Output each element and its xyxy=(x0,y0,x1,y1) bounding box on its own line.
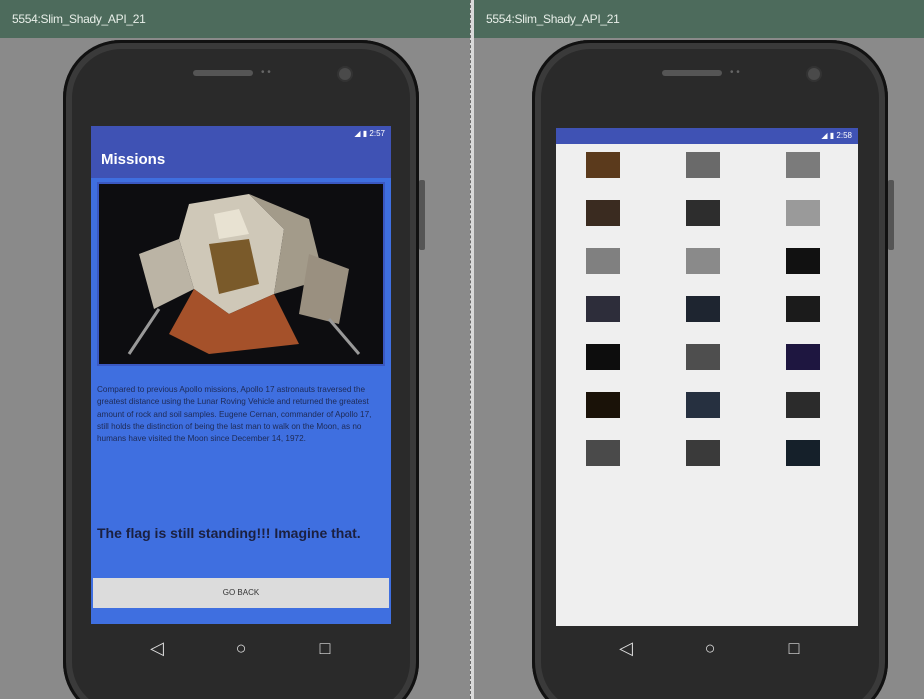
home-icon[interactable]: ○ xyxy=(227,634,255,662)
sensor-dots: • • xyxy=(730,67,740,78)
planet-thumb[interactable] xyxy=(586,392,620,418)
nav-bar: ◁ ○ □ xyxy=(63,624,419,672)
mission-image xyxy=(97,182,385,366)
phone-frame: • • ◢ ▮ 2:58 ◁ ○ □ xyxy=(532,40,894,699)
dots-row-thumb[interactable] xyxy=(786,248,820,274)
earth-limb-thumb[interactable] xyxy=(586,296,620,322)
mountains-thumb[interactable] xyxy=(686,344,720,370)
nav-bar: ◁ ○ □ xyxy=(532,624,888,672)
front-camera-icon xyxy=(339,68,351,80)
astronaut-thumb[interactable] xyxy=(686,200,720,226)
front-camera-icon xyxy=(808,68,820,80)
emulator-title: 5554:Slim_Shady_API_21 xyxy=(0,0,470,38)
sensor-dots: • • xyxy=(261,67,271,78)
full-moon-thumb[interactable] xyxy=(786,200,820,226)
volume-button[interactable] xyxy=(419,180,425,250)
phone-screen: ◢ ▮ 2:57 Missions Compared to previous A… xyxy=(91,126,391,624)
horizon-thumb[interactable] xyxy=(586,200,620,226)
grey-moon-thumb[interactable] xyxy=(586,248,620,274)
go-back-button[interactable]: GO BACK xyxy=(93,578,389,608)
deep-space-thumb[interactable] xyxy=(786,440,820,466)
status-time: 2:58 xyxy=(836,131,852,140)
signal-icon: ◢ ▮ xyxy=(354,129,370,138)
emulator-window-left: 5554:Slim_Shady_API_21 • • ◢ ▮ 2:57 Miss… xyxy=(0,0,470,699)
surface-closeup-thumb[interactable] xyxy=(686,248,720,274)
signal-icon: ◢ ▮ xyxy=(821,131,837,140)
status-time: 2:57 xyxy=(369,129,385,138)
volume-button[interactable] xyxy=(888,180,894,250)
app-title: Missions xyxy=(91,142,391,178)
recent-apps-icon[interactable]: □ xyxy=(780,634,808,662)
recent-apps-icon[interactable]: □ xyxy=(311,634,339,662)
mission-headline: The flag is still standing!!! Imagine th… xyxy=(97,525,361,541)
phone-screen: ◢ ▮ 2:58 xyxy=(556,128,858,626)
lander-night-thumb[interactable] xyxy=(686,392,720,418)
home-icon[interactable]: ○ xyxy=(696,634,724,662)
lunar-module-image xyxy=(99,184,383,364)
moon-crater-thumb[interactable] xyxy=(686,152,720,178)
speaker-grille xyxy=(193,70,253,76)
lunar-night-thumb[interactable] xyxy=(786,296,820,322)
status-bar: ◢ ▮ 2:58 xyxy=(556,128,858,144)
speaker-grille xyxy=(662,70,722,76)
mission-detail: Compared to previous Apollo missions, Ap… xyxy=(91,178,391,624)
back-icon[interactable]: ◁ xyxy=(143,634,171,662)
lunar-plain-thumb[interactable] xyxy=(686,440,720,466)
phone-frame: • • ◢ ▮ 2:57 Missions Compared to previo… xyxy=(63,40,425,699)
status-bar: ◢ ▮ 2:57 xyxy=(91,126,391,142)
starfield-thumb[interactable] xyxy=(786,344,820,370)
dark-lander-thumb[interactable] xyxy=(686,296,720,322)
crescent-thumb[interactable] xyxy=(586,344,620,370)
rocky-surface-thumb[interactable] xyxy=(786,152,820,178)
emulator-title: 5554:Slim_Shady_API_21 xyxy=(474,0,924,38)
emulator-window-right: 5554:Slim_Shady_API_21 • • ◢ ▮ 2:58 ◁ ○ … xyxy=(474,0,924,699)
rover-thumb[interactable] xyxy=(586,440,620,466)
gibbous-moon-thumb[interactable] xyxy=(786,392,820,418)
sunrise-thumb[interactable] xyxy=(586,152,620,178)
back-icon[interactable]: ◁ xyxy=(612,634,640,662)
mission-description: Compared to previous Apollo missions, Ap… xyxy=(97,385,372,444)
